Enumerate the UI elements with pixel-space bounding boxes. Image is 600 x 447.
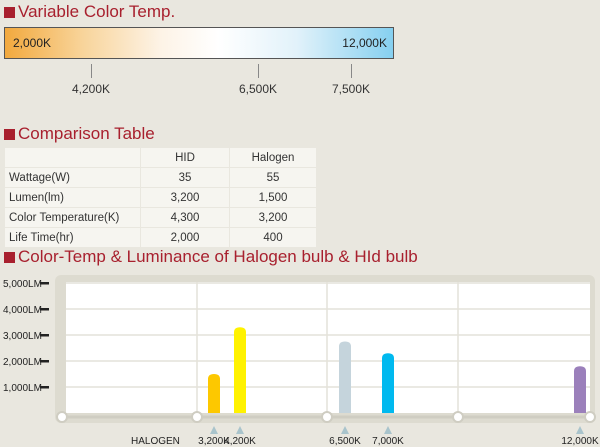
luminance-chart: 1,000LM2,000LM3,000LM4,000LM5,000LM3,200… [3, 275, 599, 447]
bar-4,200K [234, 327, 246, 413]
cell: 1,500 [229, 187, 317, 208]
cell: Life Time(hr) [4, 227, 141, 248]
axis-node [321, 411, 333, 423]
y-tick-label: 3,000LM [3, 331, 42, 342]
y-tick-label: 4,000LM [3, 305, 42, 316]
axis-node [191, 411, 203, 423]
tick-line [351, 64, 352, 78]
x-prefix-label: HALOGEN [131, 436, 180, 447]
tick-label: 6,500K [238, 82, 278, 96]
tick-line [258, 64, 259, 78]
cell: 35 [140, 167, 230, 188]
cell: 3,200 [229, 207, 317, 228]
x-tick-label: 4,200K [224, 436, 256, 447]
table-row: Color Temperature(K) 4,300 3,200 [4, 207, 317, 228]
axis-node [56, 411, 68, 423]
header-cell [4, 147, 141, 168]
cell: Color Temperature(K) [4, 207, 141, 228]
x-marker-arrow [576, 426, 584, 434]
x-marker-arrow [341, 426, 349, 434]
y-tick-label: 2,000LM [3, 357, 42, 368]
y-tick-mark [40, 282, 49, 285]
cell: 55 [229, 167, 317, 188]
table-row: Wattage(W) 35 55 [4, 167, 317, 188]
x-tick-label: 6,500K [329, 436, 361, 447]
cell: 4,300 [140, 207, 230, 228]
y-tick-mark [40, 386, 49, 389]
tick-line [91, 64, 92, 78]
tick-label: 4,200K [71, 82, 111, 96]
x-marker-arrow [210, 426, 218, 434]
y-tick-label: 1,000LM [3, 383, 42, 394]
gradient-left-label: 2,000K [13, 36, 52, 50]
table-row: Lumen(lm) 3,200 1,500 [4, 187, 317, 208]
x-marker-arrow [236, 426, 244, 434]
bar-12,000K [574, 366, 586, 413]
comparison-table: HID Halogen Wattage(W) 35 55 Lumen(lm) 3,200… [4, 147, 317, 248]
bar-6,500K [339, 341, 351, 413]
cell: 2,000 [140, 227, 230, 248]
gradient-right-label: 12,000K [342, 36, 387, 50]
section-heading-chart: Color-Temp & Luminance of Halogen bulb &… [4, 247, 418, 267]
table-row: Life Time(hr) 2,000 400 [4, 227, 317, 248]
x-marker-arrow [384, 426, 392, 434]
bar-3,200K [208, 374, 220, 413]
y-tick-mark [40, 334, 49, 337]
y-tick-mark [40, 308, 49, 311]
bar-7,000K [382, 353, 394, 413]
color-temp-gradient-bar: 2,000K 12,000K [4, 27, 394, 59]
x-tick-label: 7,000K [372, 436, 404, 447]
section-heading-color-temp: Variable Color Temp. [4, 2, 175, 22]
cell: 400 [229, 227, 317, 248]
tick-label: 7,500K [331, 82, 371, 96]
x-tick-label: 12,000K [561, 436, 599, 447]
section-heading-table: Comparison Table [4, 124, 155, 144]
header-cell: Halogen [229, 147, 317, 168]
cell: Wattage(W) [4, 167, 141, 188]
y-tick-mark [40, 360, 49, 363]
y-tick-label: 5,000LM [3, 279, 42, 290]
table-header-row: HID Halogen [4, 147, 317, 168]
header-cell: HID [140, 147, 230, 168]
cell: 3,200 [140, 187, 230, 208]
plot-area [66, 282, 590, 413]
axis-node [452, 411, 464, 423]
axis-node [584, 411, 596, 423]
cell: Lumen(lm) [4, 187, 141, 208]
